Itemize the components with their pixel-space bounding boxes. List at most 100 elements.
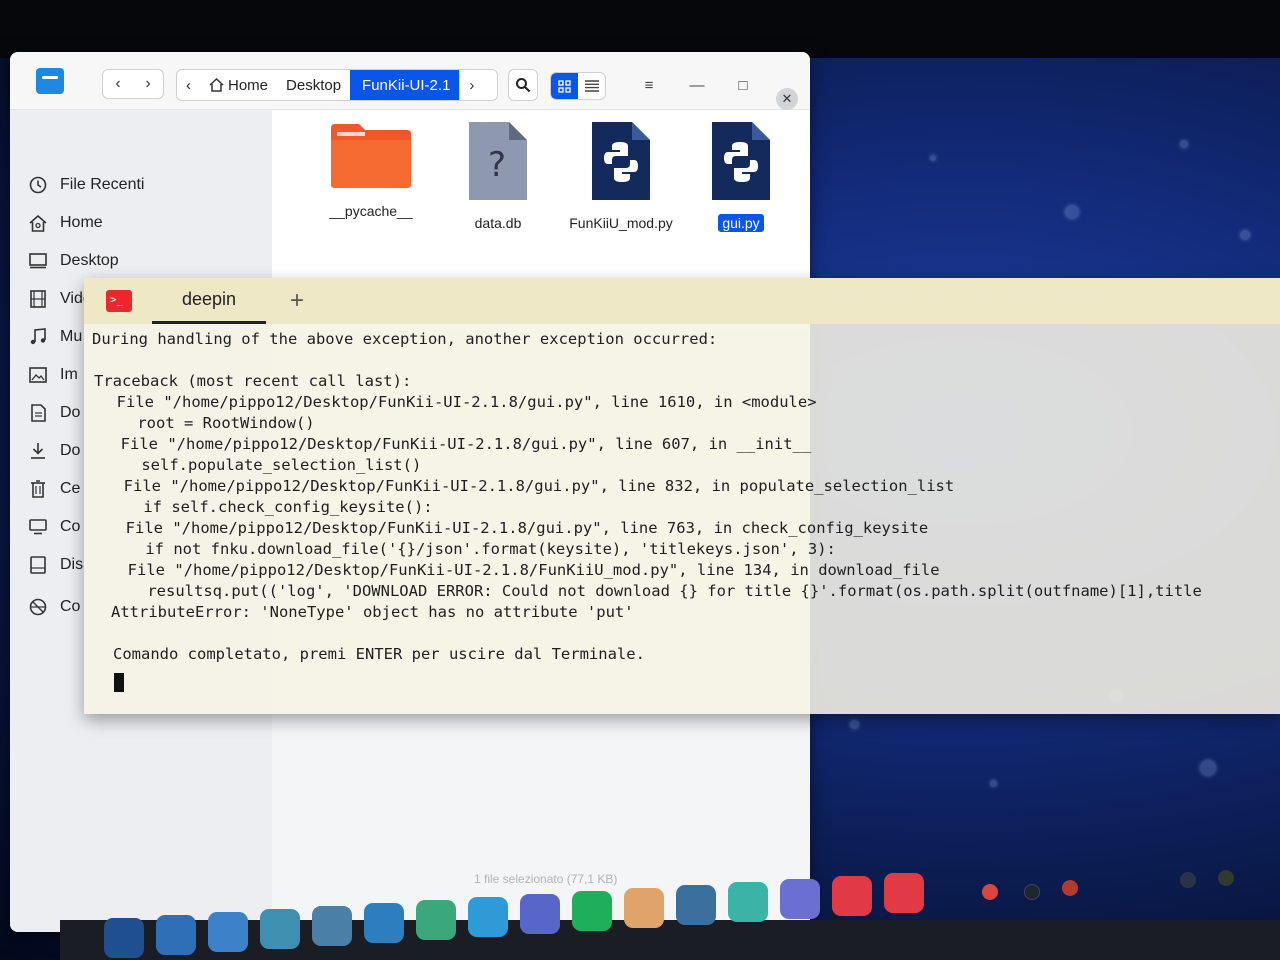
multitask-icon[interactable]: [156, 915, 196, 955]
close-button[interactable]: ✕: [776, 88, 798, 110]
video-icon: [28, 289, 48, 309]
navigation-buttons: ‹ ›: [102, 69, 164, 99]
unknown-file-icon: ?: [469, 122, 527, 200]
launcher-icon[interactable]: [104, 918, 144, 958]
tray-icon[interactable]: [1062, 880, 1078, 896]
list-icon: [584, 80, 599, 92]
sidebar-item-home[interactable]: Home: [28, 208, 103, 238]
sidebar-item-network[interactable]: Co: [28, 592, 80, 622]
music-icon[interactable]: [260, 909, 300, 949]
terminal-line: File "/home/pippo12/Desktop/FunKii-UI-2.…: [109, 561, 940, 579]
forward-button[interactable]: ›: [133, 70, 163, 98]
desktop-icon: [28, 251, 48, 271]
menu-button[interactable]: ≡: [638, 74, 660, 96]
terminal-cursor: [114, 673, 124, 692]
status-bar-text: 1 file selezionato (77,1 KB): [474, 872, 618, 886]
file-manager-titlebar: ‹ › ‹ Home Desktop FunKii-UI-2.1 › ≡ — □: [10, 52, 810, 110]
sidebar-item-disk[interactable]: Dis: [28, 550, 83, 580]
file-name: FunKiiU_mod.py: [569, 215, 673, 231]
file-manager-running-icon[interactable]: [780, 879, 820, 919]
sidebar-item-label: Co: [60, 598, 81, 615]
sidebar-item-desktop[interactable]: Desktop: [28, 246, 119, 276]
folder-icon: [331, 124, 411, 188]
trash-icon: [28, 479, 48, 499]
new-tab-button[interactable]: +: [284, 286, 310, 316]
list-view-button[interactable]: [578, 73, 605, 99]
file-item-pycache[interactable]: __pycache__: [316, 120, 426, 221]
terminal-line: if self.check_config_keysite():: [106, 498, 433, 516]
sidebar-item-computer[interactable]: Co: [28, 512, 80, 542]
monitor-bezel: [0, 0, 1280, 58]
file-item-data-db[interactable]: ? data.db: [443, 120, 553, 233]
wifi-icon[interactable]: [1180, 872, 1196, 888]
terminal-line: Traceback (most recent call last):: [94, 372, 412, 390]
sidebar-item-label: Do: [60, 404, 81, 421]
sidebar-item-trash[interactable]: Ce: [28, 474, 80, 504]
terminal-line: File "/home/pippo12/Desktop/FunKii-UI-2.…: [107, 519, 929, 537]
sidebar-item-downloads[interactable]: Do: [28, 436, 80, 466]
download-icon: [28, 441, 48, 461]
tray-icon[interactable]: [1218, 870, 1234, 886]
file-item-funkiiu-mod[interactable]: FunKiiU_mod.py: [566, 120, 676, 233]
terminal-tab-bar: >_ deepin +: [84, 278, 1280, 324]
breadcrumb-forward-arrow[interactable]: ›: [459, 70, 484, 100]
file-item-gui-py[interactable]: gui.py: [686, 120, 796, 233]
sidebar-item-recent[interactable]: File Recenti: [28, 170, 144, 200]
tray-icon[interactable]: [982, 884, 998, 900]
breadcrumb-desktop[interactable]: Desktop: [277, 70, 350, 100]
search-button[interactable]: [508, 69, 538, 101]
terminal-line: if not fnku.download_file('{}/json'.form…: [108, 540, 836, 558]
sidebar-item-label: Co: [60, 518, 81, 535]
system-monitor-icon[interactable]: [364, 903, 404, 943]
terminal-output[interactable]: During handling of the above exception, …: [92, 330, 1280, 710]
sidebar-item-label: Desktop: [60, 252, 119, 269]
sidebar-item-documents[interactable]: Do: [28, 398, 80, 428]
maximize-button[interactable]: □: [732, 74, 754, 96]
python-file-icon: [712, 122, 770, 200]
file-name: data.db: [474, 215, 522, 231]
disk-icon: [28, 555, 48, 575]
breadcrumb-back-arrow[interactable]: ‹: [177, 70, 200, 100]
terminal-line: AttributeError: 'NoneType' object has no…: [111, 603, 634, 621]
settings-icon[interactable]: [312, 906, 352, 946]
svg-text:?: ?: [488, 145, 506, 185]
breadcrumb-home[interactable]: Home: [200, 70, 277, 100]
terminal-icon[interactable]: [832, 876, 872, 916]
terminal-line: root = RootWindow(): [100, 414, 315, 432]
python-file-icon: [592, 122, 650, 200]
sidebar-item-label: Home: [60, 214, 103, 231]
terminal-tab[interactable]: deepin: [152, 278, 266, 324]
discord-icon[interactable]: [520, 894, 560, 934]
image-icon: [28, 365, 48, 385]
file-manager-app-icon: [36, 68, 64, 94]
file-name-selected: gui.py: [686, 213, 796, 233]
terminal-line: File "/home/pippo12/Desktop/FunKii-UI-2.…: [105, 477, 955, 495]
sidebar-item-label: Im: [60, 366, 78, 383]
minimize-button[interactable]: —: [686, 74, 708, 96]
terminal-icon-2[interactable]: [884, 873, 924, 913]
back-button[interactable]: ‹: [103, 70, 133, 98]
sidebar-item-label: Ce: [60, 480, 81, 497]
music-icon: [28, 327, 48, 347]
download-manager-icon[interactable]: [728, 882, 768, 922]
tray-icon[interactable]: [1024, 884, 1040, 900]
clock-icon: [28, 175, 48, 195]
sidebar-item-label: Dis: [60, 556, 84, 573]
sidebar-item-music[interactable]: Mu: [28, 322, 82, 352]
sidebar-item-images[interactable]: Im: [28, 360, 78, 390]
terminal-line: Comando completato, premi ENTER per usci…: [113, 645, 645, 663]
view-mode-switch: [550, 72, 606, 100]
telegram-icon[interactable]: [468, 897, 508, 937]
sidebar-item-label: Mu: [60, 328, 83, 345]
trash-icon[interactable]: [676, 885, 716, 925]
app-store-icon[interactable]: [416, 900, 456, 940]
icon-view-button[interactable]: [551, 73, 578, 99]
spotify-icon[interactable]: [572, 891, 612, 931]
terminal-line: self.populate_selection_list(): [104, 456, 422, 474]
terminal-line: File "/home/pippo12/Desktop/FunKii-UI-2.…: [98, 393, 817, 411]
deepin-mail-icon[interactable]: [624, 888, 664, 928]
file-manager-icon[interactable]: [208, 912, 248, 952]
document-icon: [28, 403, 48, 423]
breadcrumb-current-folder[interactable]: FunKii-UI-2.1: [350, 70, 460, 100]
grid-icon: [558, 79, 571, 93]
